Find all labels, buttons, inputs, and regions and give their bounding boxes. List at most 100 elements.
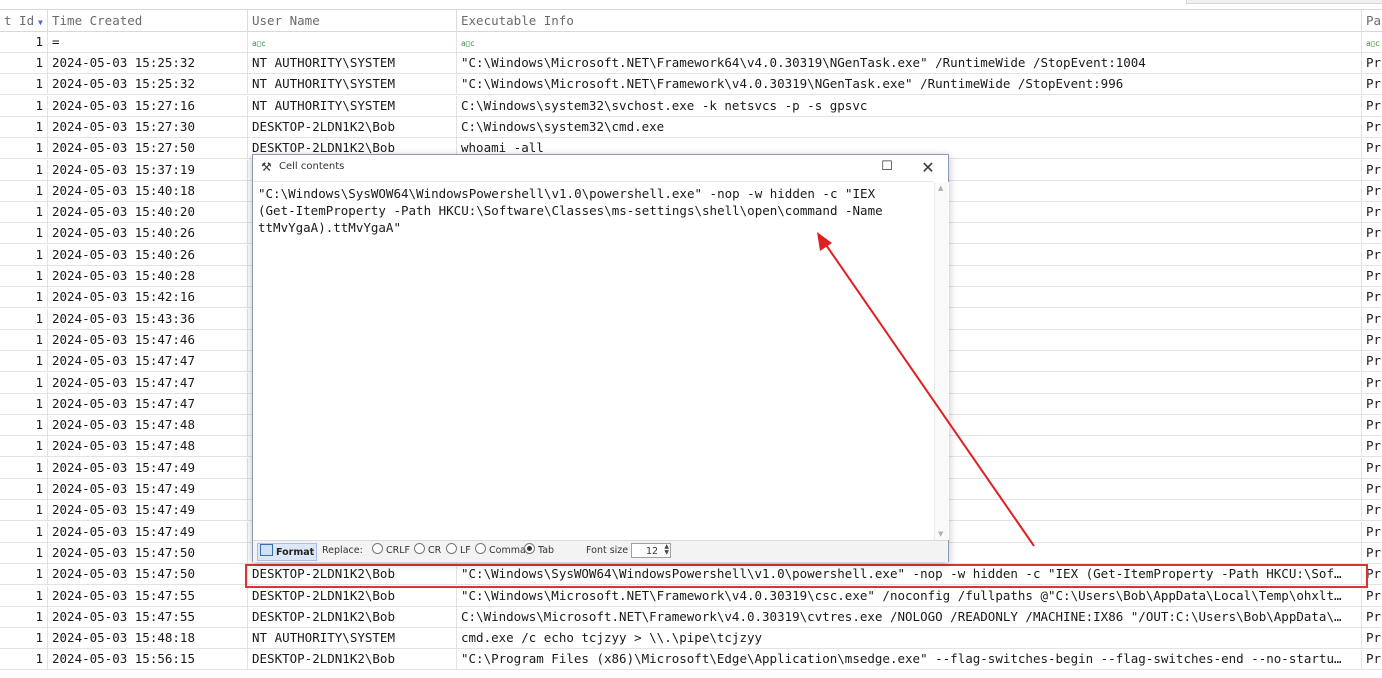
cell-time-created[interactable]: 2024-05-03 15:40:28 — [48, 266, 248, 286]
cell-pa[interactable]: Pr — [1362, 117, 1382, 137]
cell-id[interactable]: 1 — [0, 180, 48, 201]
cell-pa[interactable]: Pr — [1362, 543, 1382, 563]
maximize-icon[interactable]: ☐ — [880, 159, 894, 175]
cell-user-name[interactable]: DESKTOP-2LDN1K2\Bob — [248, 649, 457, 670]
cell-time-created[interactable]: 2024-05-03 15:47:47 — [48, 393, 248, 414]
cell-executable-info[interactable]: "C:\Windows\SysWOW64\WindowsPowershell\v… — [457, 564, 1362, 585]
cell-pa[interactable]: Pr — [1362, 53, 1382, 73]
cell-user-name[interactable]: DESKTOP-2LDN1K2\Bob — [248, 564, 457, 585]
cell-executable-info[interactable]: C:\Windows\system32\svchost.exe -k netsv… — [457, 95, 1362, 116]
cell-time-created[interactable]: 2024-05-03 15:47:49 — [48, 479, 248, 499]
column-header-user-name[interactable]: User Name — [248, 10, 457, 32]
cell-pa[interactable]: Pr — [1362, 479, 1382, 499]
cell-time-created[interactable]: 2024-05-03 15:48:18 — [48, 628, 248, 649]
cell-id[interactable]: 1 — [0, 287, 48, 308]
cell-user-name[interactable]: NT AUTHORITY\SYSTEM — [248, 53, 457, 73]
cell-pa[interactable]: Pr — [1362, 138, 1382, 158]
cell-time-created[interactable]: 2024-05-03 15:47:46 — [48, 329, 248, 350]
cell-id[interactable]: 1 — [0, 223, 48, 244]
cell-id[interactable]: 1 — [0, 564, 48, 585]
cell-user-name[interactable]: NT AUTHORITY\SYSTEM — [248, 95, 457, 116]
radio-tab[interactable]: Tab — [524, 541, 554, 561]
horizontal-scrollbar[interactable] — [1186, 0, 1382, 4]
cell-id[interactable]: 1 — [0, 329, 48, 350]
table-row[interactable]: 1 2024-05-03 15:27:16 NT AUTHORITY\SYSTEM C… — [0, 95, 1382, 117]
cell-id[interactable]: 1 — [0, 628, 48, 649]
cell-id[interactable]: 1 — [0, 585, 48, 606]
cell-time-created[interactable]: 2024-05-03 15:40:26 — [48, 244, 248, 265]
cell-pa[interactable]: Pr — [1362, 649, 1382, 669]
table-row[interactable]: 1 2024-05-03 15:48:18 NT AUTHORITY\SYSTEM c… — [0, 628, 1382, 650]
cell-pa[interactable]: Pr — [1362, 394, 1382, 414]
cell-executable-info[interactable]: "C:\Program Files (x86)\Microsoft\Edge\A… — [457, 649, 1362, 670]
table-row[interactable]: 1 2024-05-03 15:47:50 DESKTOP-2LDN1K2\Bob "… — [0, 564, 1382, 586]
cell-time-created[interactable]: 2024-05-03 15:47:48 — [48, 436, 248, 457]
cell-executable-info[interactable]: C:\Windows\system32\cmd.exe — [457, 116, 1362, 137]
cell-executable-info[interactable]: "C:\Windows\Microsoft.NET\Framework\v4.0… — [457, 74, 1362, 95]
cell-time-created[interactable]: 2024-05-03 15:47:55 — [48, 585, 248, 606]
cell-executable-info[interactable]: "C:\Windows\Microsoft.NET\Framework64\v4… — [457, 53, 1362, 73]
column-header-time-created[interactable]: Time Created — [48, 10, 248, 32]
cell-id[interactable]: 1 — [0, 159, 48, 180]
cell-time-created[interactable]: 2024-05-03 15:27:50 — [48, 138, 248, 159]
cell-time-created[interactable]: 2024-05-03 15:25:32 — [48, 53, 248, 73]
cell-id[interactable]: 1 — [0, 393, 48, 414]
cell-id[interactable]: 1 — [0, 415, 48, 436]
table-row[interactable]: 1 2024-05-03 15:47:55 DESKTOP-2LDN1K2\Bob C… — [0, 606, 1382, 628]
close-icon[interactable]: ✕ — [920, 158, 936, 177]
cell-pa[interactable]: Pr — [1362, 266, 1382, 286]
cell-pa[interactable]: Pr — [1362, 564, 1382, 584]
cell-time-created[interactable]: 2024-05-03 15:40:26 — [48, 223, 248, 244]
cell-user-name[interactable]: DESKTOP-2LDN1K2\Bob — [248, 585, 457, 606]
cell-id[interactable]: 1 — [0, 606, 48, 627]
cell-time-created[interactable]: 2024-05-03 15:40:20 — [48, 202, 248, 223]
table-row[interactable]: 1 2024-05-03 15:56:15 DESKTOP-2LDN1K2\Bob "… — [0, 649, 1382, 671]
cell-id[interactable]: 1 — [0, 53, 48, 73]
cell-id[interactable]: 1 — [0, 500, 48, 521]
filter-exec[interactable]: a▯c — [457, 32, 1362, 52]
cell-pa[interactable]: Pr — [1362, 522, 1382, 542]
cell-executable-info[interactable]: "C:\Windows\Microsoft.NET\Framework\v4.0… — [457, 585, 1362, 606]
vertical-scrollbar[interactable]: ▲ ▼ — [934, 182, 949, 540]
cell-pa[interactable]: Pr — [1362, 96, 1382, 116]
cell-time-created[interactable]: 2024-05-03 15:27:16 — [48, 95, 248, 116]
scroll-up-icon[interactable]: ▲ — [938, 184, 943, 192]
cell-id[interactable]: 1 — [0, 479, 48, 499]
dialog-titlebar[interactable]: ⚒ Cell contents ☐ ✕ — [253, 155, 948, 181]
cell-time-created[interactable]: 2024-05-03 15:27:30 — [48, 116, 248, 137]
cell-pa[interactable]: Pr — [1362, 287, 1382, 307]
cell-pa[interactable]: Pr — [1362, 436, 1382, 456]
cell-id[interactable]: 1 — [0, 116, 48, 137]
cell-time-created[interactable]: 2024-05-03 15:25:32 — [48, 74, 248, 95]
cell-pa[interactable]: Pr — [1362, 500, 1382, 520]
cell-pa[interactable]: Pr — [1362, 458, 1382, 478]
cell-time-created[interactable]: 2024-05-03 15:47:49 — [48, 500, 248, 521]
cell-contents-textarea[interactable]: "C:\Windows\SysWOW64\WindowsPowershell\v… — [254, 181, 933, 542]
format-button[interactable]: Format — [257, 543, 318, 561]
cell-id[interactable]: 1 — [0, 372, 48, 393]
column-header-executable-info[interactable]: Executable Info — [457, 10, 1362, 32]
cell-contents-text[interactable]: "C:\Windows\SysWOW64\WindowsPowershell\v… — [258, 185, 930, 236]
radio-crlf[interactable]: CRLF — [372, 541, 410, 561]
table-row[interactable]: 1 2024-05-03 15:25:32 NT AUTHORITY\SYSTEM "… — [0, 53, 1382, 74]
cell-time-created[interactable]: 2024-05-03 15:40:18 — [48, 180, 248, 201]
cell-pa[interactable]: Pr — [1362, 202, 1382, 222]
cell-time-created[interactable]: 2024-05-03 15:47:49 — [48, 521, 248, 542]
table-row[interactable]: 1 2024-05-03 15:47:55 DESKTOP-2LDN1K2\Bob "… — [0, 585, 1382, 607]
cell-pa[interactable]: Pr — [1362, 245, 1382, 265]
cell-pa[interactable]: Pr — [1362, 74, 1382, 94]
cell-id[interactable]: 1 — [0, 521, 48, 542]
cell-id[interactable]: 1 — [0, 542, 48, 563]
column-header-id[interactable]: t Id ▼ — [0, 10, 48, 32]
cell-pa[interactable]: Pr — [1362, 160, 1382, 180]
cell-id[interactable]: 1 — [0, 308, 48, 329]
cell-time-created[interactable]: 2024-05-03 15:47:47 — [48, 372, 248, 393]
cell-pa[interactable]: Pr — [1362, 309, 1382, 329]
radio-comma[interactable]: Comma — [475, 541, 526, 561]
cell-time-created[interactable]: 2024-05-03 15:47:48 — [48, 415, 248, 436]
cell-pa[interactable]: Pr — [1362, 628, 1382, 648]
font-size-spinner[interactable]: 12 ▲ ▼ — [631, 543, 671, 558]
cell-id[interactable]: 1 — [0, 266, 48, 286]
cell-time-created[interactable]: 2024-05-03 15:47:50 — [48, 542, 248, 563]
filter-user[interactable]: a▯c — [248, 32, 457, 52]
